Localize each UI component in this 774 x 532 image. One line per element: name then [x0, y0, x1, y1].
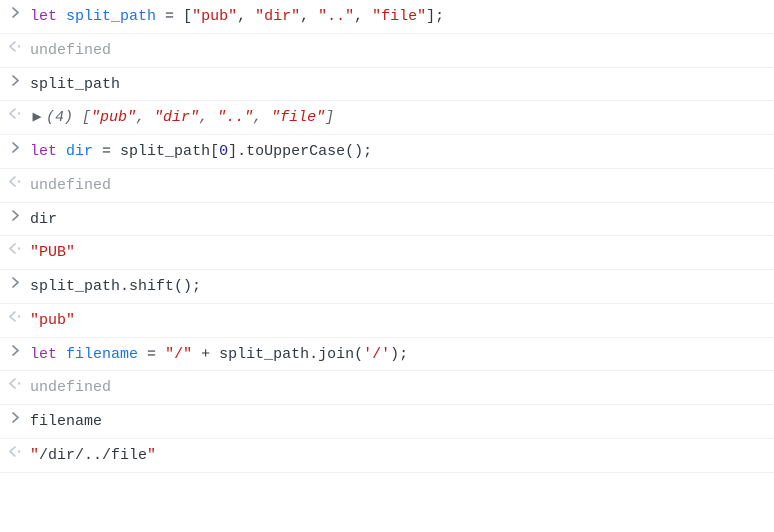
- code-token: = [: [156, 8, 192, 25]
- console-input-row[interactable]: split_path: [0, 68, 774, 102]
- result-icon: [0, 376, 30, 389]
- result-icon: [0, 39, 30, 52]
- console-result-row[interactable]: ▶(4) ["pub", "dir", "..", "file"]: [0, 101, 774, 135]
- code-token: split_path.shift();: [30, 278, 201, 295]
- input-content: dir: [30, 208, 774, 231]
- code-token: split_path: [66, 8, 156, 25]
- console-result-row[interactable]: "PUB": [0, 236, 774, 270]
- code-token: let: [30, 346, 57, 363]
- code-token: ,: [237, 8, 255, 25]
- console-input-row[interactable]: let dir = split_path[0].toUpperCase();: [0, 135, 774, 169]
- prompt-icon: [0, 208, 30, 221]
- code-token: "/": [165, 346, 192, 363]
- console-input-row[interactable]: split_path.shift();: [0, 270, 774, 304]
- result-content: "/dir/../file": [30, 444, 774, 467]
- result-content: undefined: [30, 174, 774, 197]
- code-token: ]: [325, 109, 334, 126]
- code-token: dir: [66, 143, 93, 160]
- code-token: [57, 346, 66, 363]
- code-token: "file": [271, 109, 325, 126]
- code-token: split_path: [30, 76, 120, 93]
- code-token: "PUB": [30, 244, 75, 261]
- code-token: "..": [217, 109, 253, 126]
- code-token: let: [30, 8, 57, 25]
- code-token: "..": [318, 8, 354, 25]
- result-content: undefined: [30, 39, 774, 62]
- code-token: ].toUpperCase();: [228, 143, 372, 160]
- prompt-icon: [0, 343, 30, 356]
- code-token: ,: [199, 109, 217, 126]
- code-token: "file": [372, 8, 426, 25]
- result-content: undefined: [30, 376, 774, 399]
- code-token: undefined: [30, 42, 111, 59]
- code-token: ];: [426, 8, 444, 25]
- code-token: =: [138, 346, 165, 363]
- code-token: = split_path[: [93, 143, 219, 160]
- result-icon: [0, 106, 30, 119]
- input-content: filename: [30, 410, 774, 433]
- code-token: "pub": [192, 8, 237, 25]
- code-token: filename: [30, 413, 102, 430]
- code-token: 0: [219, 143, 228, 160]
- code-token: );: [390, 346, 408, 363]
- expand-triangle-icon[interactable]: ▶: [30, 107, 44, 129]
- code-token: undefined: [30, 177, 111, 194]
- console-result-row[interactable]: undefined: [0, 371, 774, 405]
- code-token: ,: [253, 109, 271, 126]
- input-content: let split_path = ["pub", "dir", "..", "f…: [30, 5, 774, 28]
- result-icon: [0, 241, 30, 254]
- input-content: let dir = split_path[0].toUpperCase();: [30, 140, 774, 163]
- prompt-icon: [0, 410, 30, 423]
- result-content: ▶(4) ["pub", "dir", "..", "file"]: [30, 106, 774, 129]
- console-input-row[interactable]: filename: [0, 405, 774, 439]
- prompt-icon: [0, 275, 30, 288]
- code-token: ": [147, 447, 156, 464]
- code-token: filename: [66, 346, 138, 363]
- code-token: ,: [300, 8, 318, 25]
- result-icon: [0, 444, 30, 457]
- code-token: dir: [30, 211, 57, 228]
- code-token: /dir/../file: [39, 447, 147, 464]
- code-token: "dir": [154, 109, 199, 126]
- console-result-row[interactable]: undefined: [0, 169, 774, 203]
- console-result-row[interactable]: "pub": [0, 304, 774, 338]
- input-content: split_path: [30, 73, 774, 96]
- result-icon: [0, 309, 30, 322]
- code-token: undefined: [30, 379, 111, 396]
- code-token: let: [30, 143, 57, 160]
- input-content: split_path.shift();: [30, 275, 774, 298]
- prompt-icon: [0, 140, 30, 153]
- code-token: ,: [136, 109, 154, 126]
- console-result-row[interactable]: undefined: [0, 34, 774, 68]
- result-content: "pub": [30, 309, 774, 332]
- code-token: [57, 143, 66, 160]
- prompt-icon: [0, 73, 30, 86]
- code-token: '/': [363, 346, 390, 363]
- console-input-row[interactable]: let split_path = ["pub", "dir", "..", "f…: [0, 0, 774, 34]
- code-token: (4) [: [46, 109, 91, 126]
- console-input-row[interactable]: let filename = "/" + split_path.join('/'…: [0, 338, 774, 372]
- input-content: let filename = "/" + split_path.join('/'…: [30, 343, 774, 366]
- result-icon: [0, 174, 30, 187]
- code-token: "dir": [255, 8, 300, 25]
- code-token: + split_path.join(: [192, 346, 363, 363]
- code-token: "pub": [91, 109, 136, 126]
- console-input-row[interactable]: dir: [0, 203, 774, 237]
- result-content: "PUB": [30, 241, 774, 264]
- devtools-console[interactable]: let split_path = ["pub", "dir", "..", "f…: [0, 0, 774, 473]
- code-token: [57, 8, 66, 25]
- console-result-row[interactable]: "/dir/../file": [0, 439, 774, 473]
- code-token: "pub": [30, 312, 75, 329]
- prompt-icon: [0, 5, 30, 18]
- code-token: ": [30, 447, 39, 464]
- code-token: ,: [354, 8, 372, 25]
